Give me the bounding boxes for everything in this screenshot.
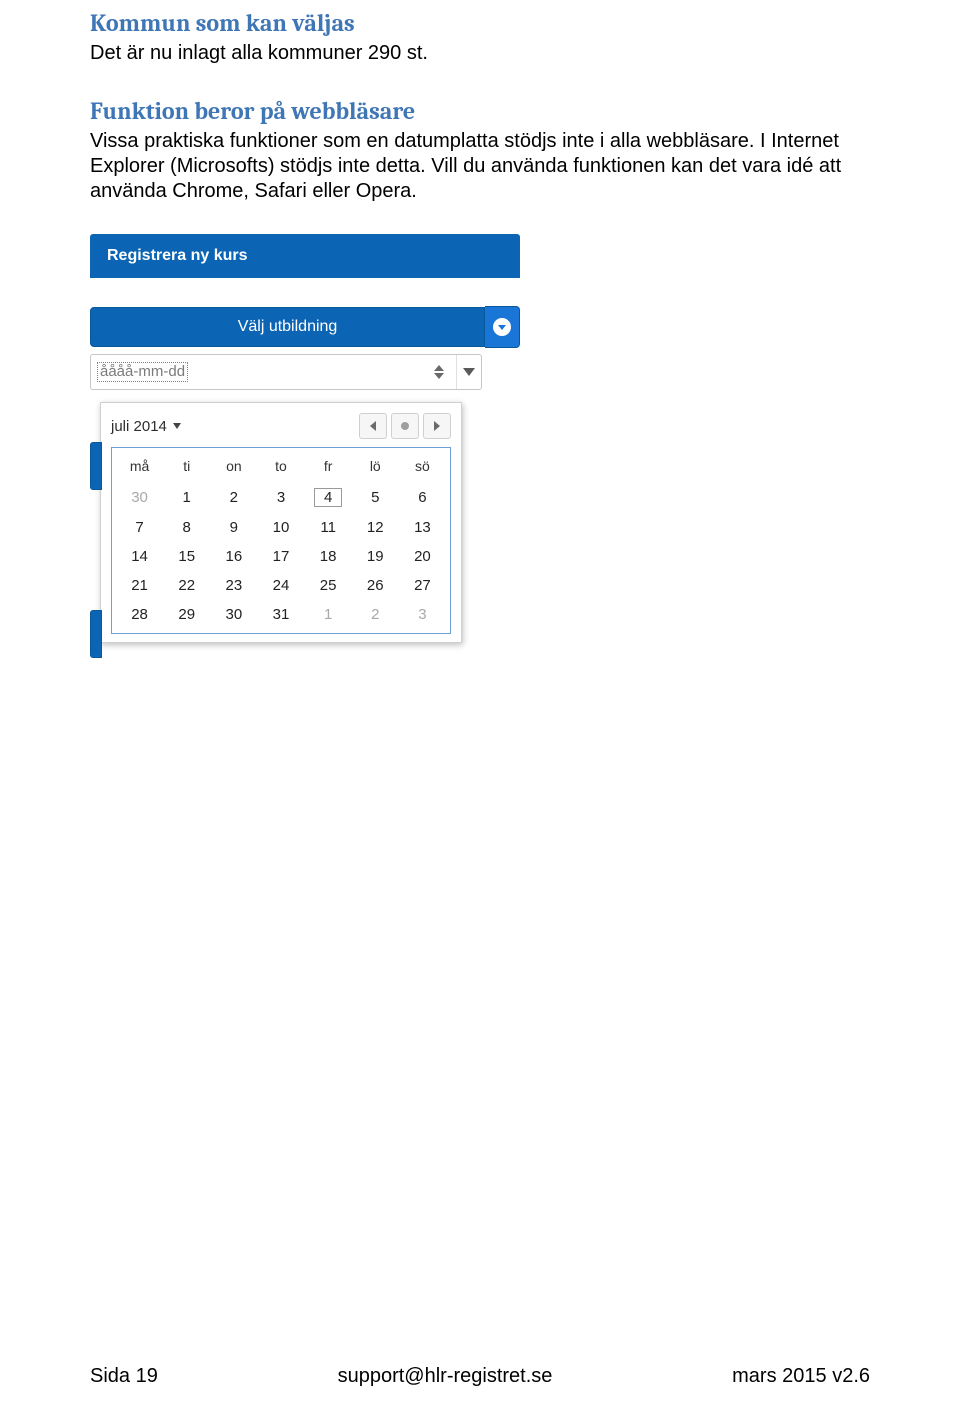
weekday-cell: må bbox=[116, 454, 163, 482]
prev-month-button[interactable] bbox=[359, 413, 387, 439]
calendar-day-cell[interactable]: 10 bbox=[257, 513, 304, 542]
triangle-down-icon bbox=[463, 368, 475, 376]
calendar-day-cell[interactable]: 3 bbox=[257, 482, 304, 513]
date-dropdown-toggle[interactable] bbox=[456, 355, 481, 389]
calendar-day-cell[interactable]: 25 bbox=[305, 571, 352, 600]
calendar-day-cell[interactable]: 17 bbox=[257, 542, 304, 571]
calendar-day-cell[interactable]: 2 bbox=[352, 600, 399, 629]
calendar-day-cell[interactable]: 31 bbox=[257, 600, 304, 629]
calendar-popup: juli 2014 bbox=[100, 402, 462, 643]
select-utbildning-toggle[interactable] bbox=[485, 306, 520, 348]
calendar-grid: måtiontofrlösö 3012345678910111213141516… bbox=[116, 454, 446, 629]
select-utbildning[interactable]: Välj utbildning bbox=[90, 307, 485, 347]
calendar-day-cell[interactable]: 26 bbox=[352, 571, 399, 600]
calendar-day-cell[interactable]: 4 bbox=[305, 482, 352, 513]
calendar-weekday-row: måtiontofrlösö bbox=[116, 454, 446, 482]
page-footer: Sida 19 support@hlr-registret.se mars 20… bbox=[90, 1365, 870, 1388]
triangle-down-icon bbox=[173, 423, 181, 429]
body-funktion: Vissa praktiska funktioner som en datump… bbox=[90, 129, 870, 204]
register-course-label: Registrera ny kurs bbox=[107, 247, 248, 264]
footer-page: Sida 19 bbox=[90, 1365, 158, 1388]
calendar-day-cell[interactable]: 12 bbox=[352, 513, 399, 542]
calendar-week-row: 28293031123 bbox=[116, 600, 446, 629]
calendar-day-cell[interactable]: 19 bbox=[352, 542, 399, 571]
calendar-header: juli 2014 bbox=[111, 411, 451, 447]
weekday-cell: fr bbox=[305, 454, 352, 482]
calendar-day-cell[interactable]: 1 bbox=[163, 482, 210, 513]
heading-funktion: Funktion beror på webbläsare bbox=[90, 96, 870, 127]
calendar-day-cell[interactable]: 18 bbox=[305, 542, 352, 571]
calendar-day-cell[interactable]: 9 bbox=[210, 513, 257, 542]
calendar-day-cell[interactable]: 8 bbox=[163, 513, 210, 542]
next-month-button[interactable] bbox=[423, 413, 451, 439]
calendar-day-cell[interactable]: 1 bbox=[305, 600, 352, 629]
calendar-grid-frame: måtiontofrlösö 3012345678910111213141516… bbox=[111, 447, 451, 634]
calendar-day-cell[interactable]: 15 bbox=[163, 542, 210, 571]
calendar-day-cell[interactable]: 21 bbox=[116, 571, 163, 600]
calendar-day-cell[interactable]: 30 bbox=[116, 482, 163, 513]
calendar-day-cell[interactable]: 22 bbox=[163, 571, 210, 600]
calendar-day-cell[interactable]: 14 bbox=[116, 542, 163, 571]
calendar-week-row: 21222324252627 bbox=[116, 571, 446, 600]
caret-down-icon bbox=[434, 373, 444, 379]
weekday-cell: sö bbox=[399, 454, 446, 482]
chevron-down-icon bbox=[493, 318, 511, 336]
calendar-day-cell[interactable]: 3 bbox=[399, 600, 446, 629]
footer-version: mars 2015 v2.6 bbox=[732, 1365, 870, 1388]
dot-icon bbox=[401, 422, 409, 430]
chevron-left-icon bbox=[370, 421, 376, 431]
chevron-right-icon bbox=[434, 421, 440, 431]
calendar-day-cell[interactable]: 2 bbox=[210, 482, 257, 513]
month-label: juli 2014 bbox=[111, 418, 167, 435]
register-course-header[interactable]: Registrera ny kurs bbox=[90, 234, 520, 278]
weekday-cell: to bbox=[257, 454, 304, 482]
calendar-day-cell[interactable]: 29 bbox=[163, 600, 210, 629]
calendar-week-row: 30123456 bbox=[116, 482, 446, 513]
month-selector[interactable]: juli 2014 bbox=[111, 418, 181, 435]
calendar-day-cell[interactable]: 27 bbox=[399, 571, 446, 600]
select-utbildning-row: Välj utbildning bbox=[90, 306, 520, 348]
calendar-day-cell[interactable]: 11 bbox=[305, 513, 352, 542]
calendar-day-cell[interactable]: 24 bbox=[257, 571, 304, 600]
body-kommun: Det är nu inlagt alla kommuner 290 st. bbox=[90, 41, 870, 66]
side-tab-1[interactable] bbox=[90, 442, 102, 490]
calendar-day-cell[interactable]: 6 bbox=[399, 482, 446, 513]
weekday-cell: ti bbox=[163, 454, 210, 482]
heading-kommun: Kommun som kan väljas bbox=[90, 8, 870, 39]
calendar-nav bbox=[359, 413, 451, 439]
side-tab-2[interactable] bbox=[90, 610, 102, 658]
weekday-cell: on bbox=[210, 454, 257, 482]
calendar-day-cell[interactable]: 23 bbox=[210, 571, 257, 600]
calendar-week-row: 14151617181920 bbox=[116, 542, 446, 571]
caret-up-icon bbox=[434, 365, 444, 371]
footer-email: support@hlr-registret.se bbox=[338, 1365, 553, 1388]
calendar-day-cell[interactable]: 20 bbox=[399, 542, 446, 571]
calendar-day-cell[interactable]: 5 bbox=[352, 482, 399, 513]
calendar-week-row: 78910111213 bbox=[116, 513, 446, 542]
ui-screenshot-region: Registrera ny kurs Välj utbildning åååå-… bbox=[90, 234, 520, 643]
today-button[interactable] bbox=[391, 413, 419, 439]
calendar-day-cell[interactable]: 28 bbox=[116, 600, 163, 629]
calendar-day-cell[interactable]: 7 bbox=[116, 513, 163, 542]
calendar-day-cell[interactable]: 16 bbox=[210, 542, 257, 571]
weekday-cell: lö bbox=[352, 454, 399, 482]
date-stepper[interactable] bbox=[434, 359, 452, 385]
calendar-day-cell[interactable]: 13 bbox=[399, 513, 446, 542]
date-input-placeholder: åååå-mm-dd bbox=[91, 362, 434, 382]
date-input[interactable]: åååå-mm-dd bbox=[90, 354, 482, 390]
calendar-day-cell[interactable]: 30 bbox=[210, 600, 257, 629]
calendar-area: juli 2014 bbox=[90, 402, 520, 643]
select-utbildning-label: Välj utbildning bbox=[238, 318, 338, 335]
